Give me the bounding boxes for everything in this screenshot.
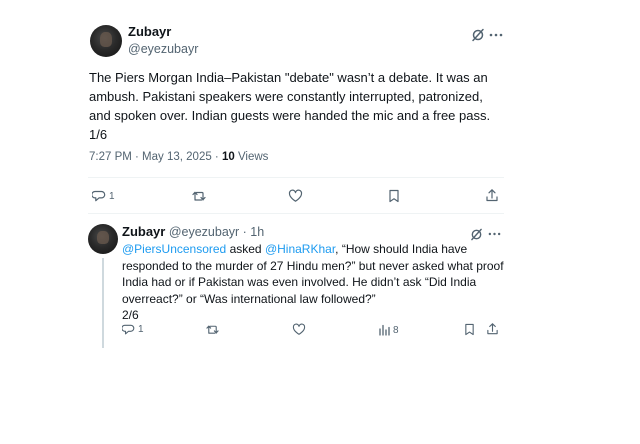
author-handle[interactable]: @eyezubayr xyxy=(169,225,239,239)
mention-link[interactable]: @PiersUncensored xyxy=(122,242,226,256)
like-icon xyxy=(288,189,303,202)
avatar[interactable] xyxy=(88,224,118,254)
reply-text: @PiersUncensored asked @HinaRKhar, “How … xyxy=(122,241,507,324)
share-button[interactable] xyxy=(486,322,499,336)
thread-line xyxy=(102,258,104,348)
bookmark-button[interactable] xyxy=(388,189,400,203)
thread-position: 2/6 xyxy=(122,308,139,322)
reply-text-part: asked xyxy=(226,242,265,256)
retweet-button[interactable] xyxy=(191,189,207,203)
reply-header: Zubayr @eyezubayr · 1h xyxy=(122,224,264,239)
views-icon xyxy=(379,324,390,336)
views-count: 8 xyxy=(393,324,399,336)
share-button[interactable] xyxy=(485,188,499,203)
share-icon xyxy=(486,189,498,202)
grok-icon[interactable] xyxy=(468,226,484,242)
more-icon[interactable] xyxy=(486,226,502,242)
like-button[interactable] xyxy=(288,189,303,203)
author-handle[interactable]: @eyezubayr xyxy=(128,42,198,56)
reply-icon xyxy=(122,324,135,335)
author-name[interactable]: Zubayr xyxy=(128,24,171,39)
bookmark-icon xyxy=(465,323,474,336)
share-icon xyxy=(487,323,498,335)
avatar[interactable] xyxy=(90,25,122,57)
bookmark-icon xyxy=(389,189,399,203)
views-button[interactable]: 8 xyxy=(378,324,399,336)
reply-button[interactable]: 1 xyxy=(92,189,115,203)
retweet-icon xyxy=(192,191,206,201)
time-ago[interactable]: · 1h xyxy=(239,225,265,239)
tweet-meta: 7:27 PM · May 13, 2025 · 10 Views xyxy=(89,151,268,163)
retweet-button[interactable] xyxy=(205,323,220,336)
reply-count: 1 xyxy=(138,324,144,335)
timestamp[interactable]: 7:27 PM · May 13, 2025 · xyxy=(89,151,222,163)
author-name[interactable]: Zubayr xyxy=(122,224,165,239)
divider xyxy=(88,213,504,214)
divider xyxy=(88,177,504,178)
reply-button[interactable]: 1 xyxy=(122,323,144,336)
views-count: 10 xyxy=(221,151,235,163)
more-icon[interactable] xyxy=(488,27,504,43)
like-button[interactable] xyxy=(292,323,306,336)
bookmark-button[interactable] xyxy=(464,323,475,336)
mention-link[interactable]: @HinaRKhar xyxy=(265,242,335,256)
retweet-icon xyxy=(206,325,219,334)
views-label: Views xyxy=(234,151,269,163)
grok-icon[interactable] xyxy=(470,27,486,43)
tweet-text: The Piers Morgan India–Pakistan "debate"… xyxy=(89,70,491,142)
reply-count: 1 xyxy=(109,190,115,202)
like-icon xyxy=(292,323,306,335)
reply-icon xyxy=(92,190,106,202)
